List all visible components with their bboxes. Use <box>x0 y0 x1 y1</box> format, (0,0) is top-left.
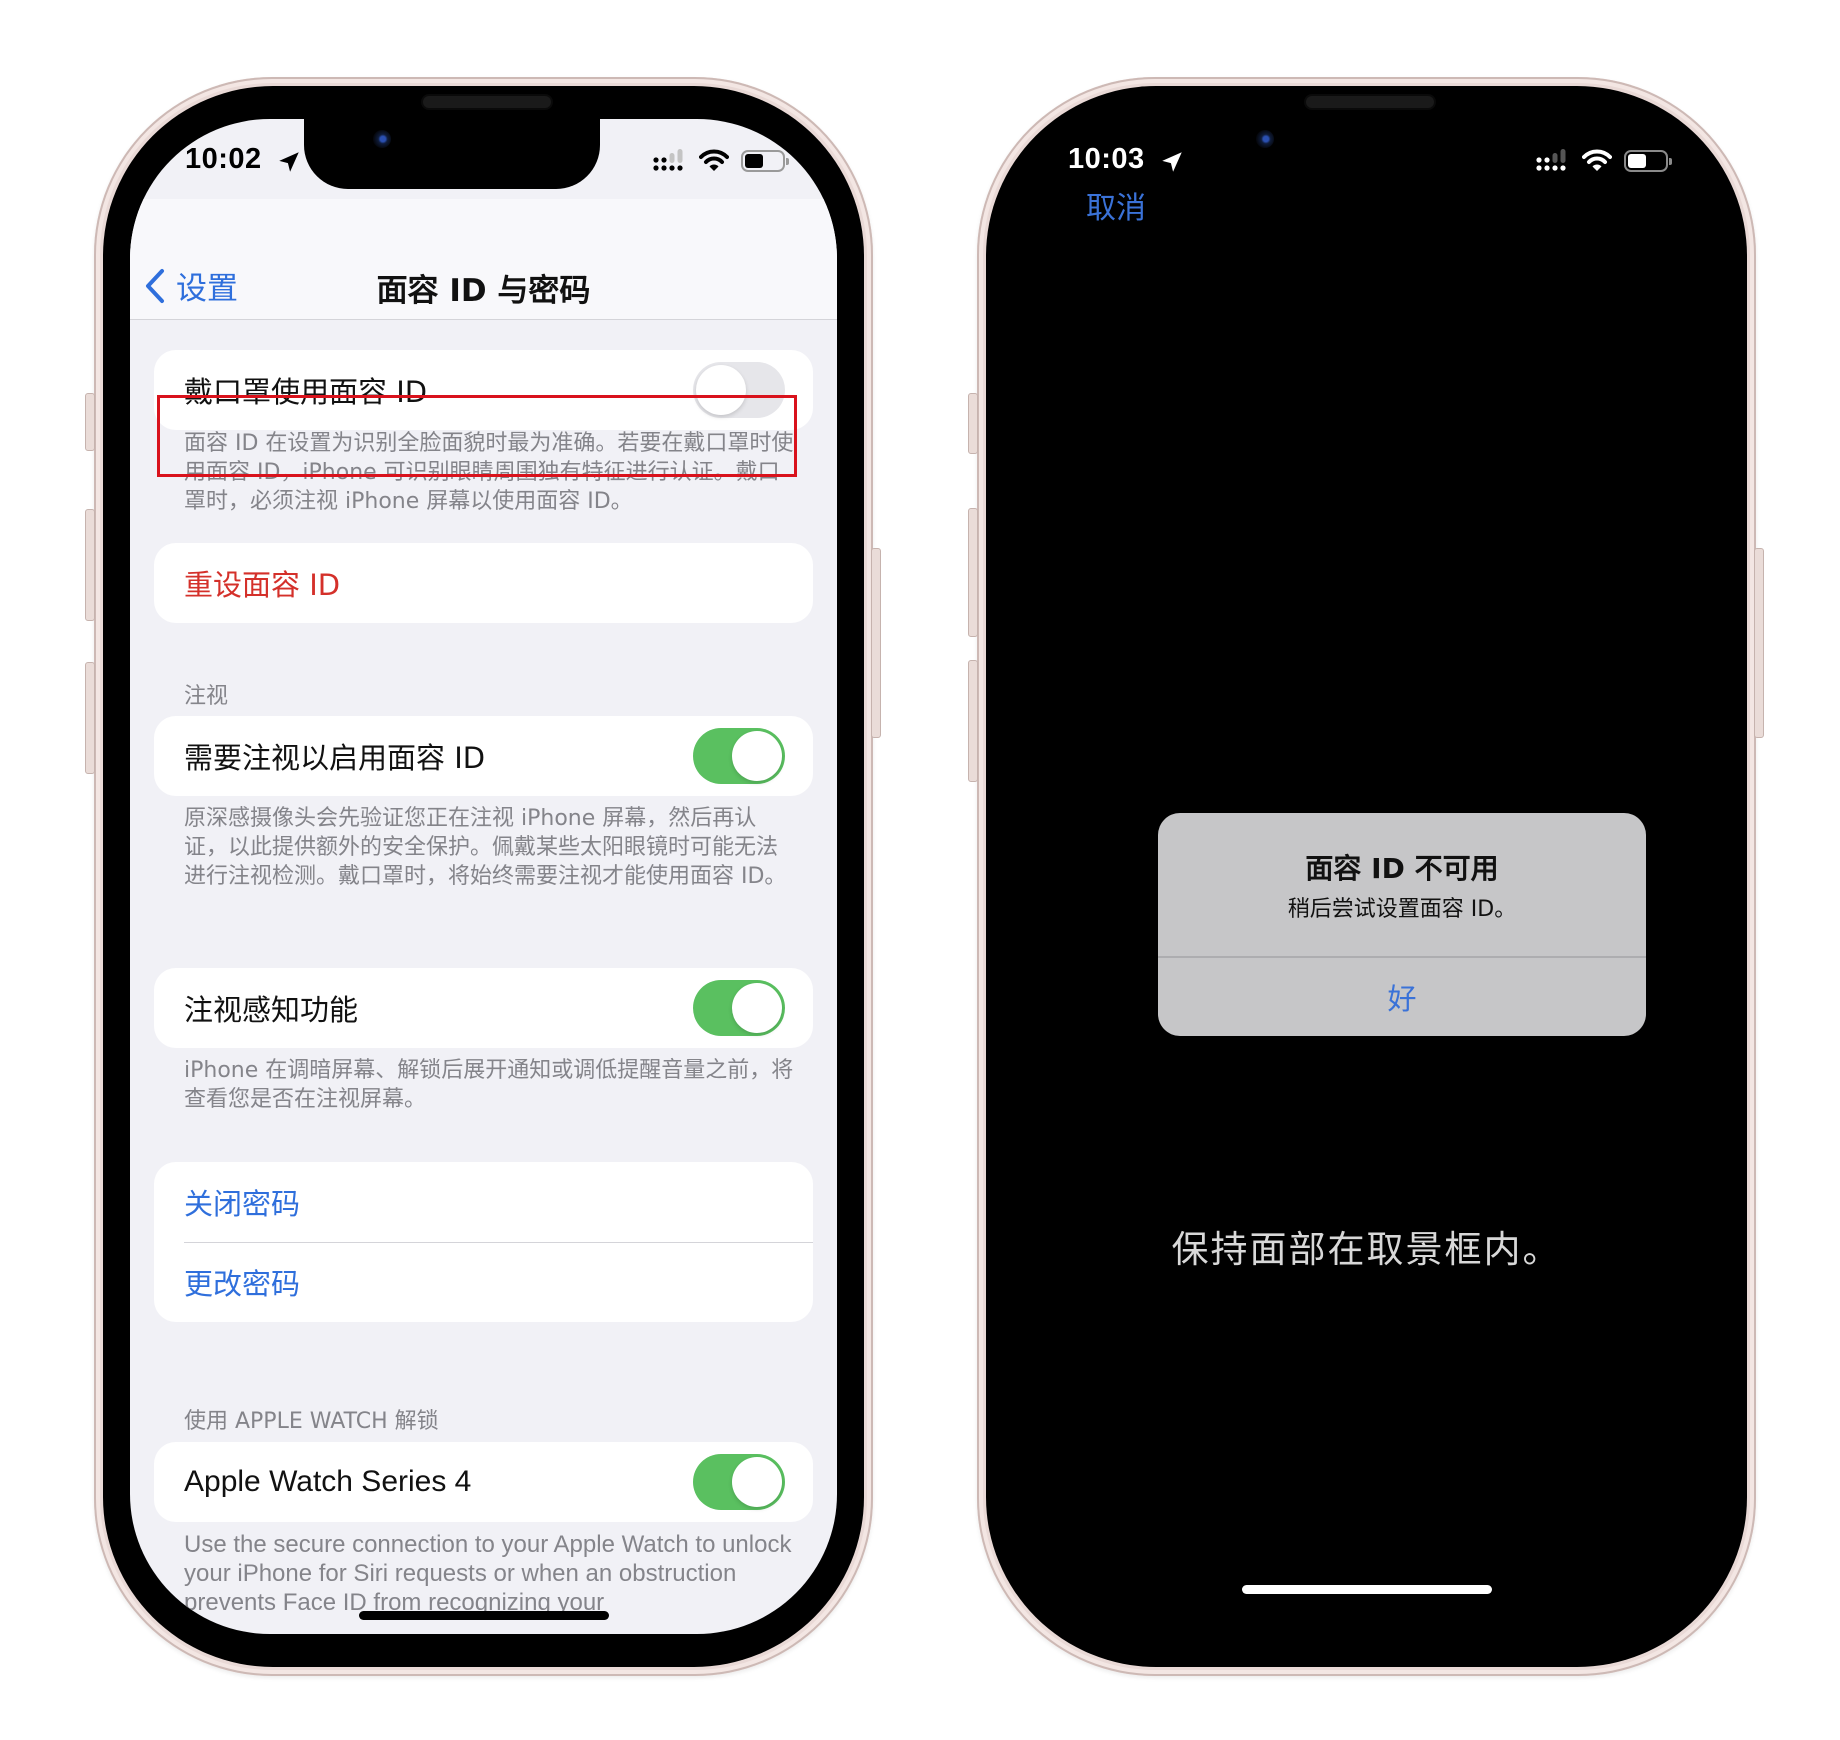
power-button <box>871 548 881 738</box>
attention-aware-row: 注视感知功能 <box>154 968 813 1048</box>
mask-footnote: 面容 ID 在设置为识别全脸面貌时最为准确。若要在戴口罩时使用面容 ID，iPh… <box>184 431 794 514</box>
require-attention-footnote: 原深感摄像头会先验证您正在注视 iPhone 屏幕，然后再认证，以此提供额外的安… <box>184 806 787 889</box>
screen: 10:03 取消 面容 ID 不可用 稍后尝试设置面容 ID。 好 保持面部在取… <box>1013 119 1720 1634</box>
alert-title: 面容 ID 不可用 <box>1305 852 1499 885</box>
volume-up-button <box>968 508 978 637</box>
screen: 10:02 设置 面容 ID 与密码 戴口罩使用面容 ID 面容 ID 在设置为… <box>130 119 837 1634</box>
phone-settings: 10:02 设置 面容 ID 与密码 戴口罩使用面容 ID 面容 ID 在设置为… <box>85 77 881 1676</box>
location-arrow-icon <box>1162 152 1182 172</box>
mask-group: 戴口罩使用面容 ID <box>154 350 813 430</box>
passcode-group: 关闭密码 更改密码 <box>154 1162 813 1322</box>
speaker-grille <box>423 96 551 108</box>
apple-watch-row: Apple Watch Series 4 <box>154 1442 813 1522</box>
change-passcode-label: 更改密码 <box>184 1267 301 1301</box>
apple-watch-toggle[interactable] <box>693 1454 785 1510</box>
face-id-with-mask-label: 戴口罩使用面容 ID <box>184 375 428 409</box>
status-time: 10:03 <box>1068 143 1145 175</box>
bezel: 10:03 取消 面容 ID 不可用 稍后尝试设置面容 ID。 好 保持面部在取… <box>986 86 1747 1667</box>
apple-watch-group: Apple Watch Series 4 <box>154 1442 813 1522</box>
face-id-with-mask-toggle[interactable] <box>693 362 785 418</box>
apple-watch-footnote: Use the secure connection to your Apple … <box>184 1531 792 1616</box>
home-indicator[interactable] <box>358 1611 609 1620</box>
battery-fill <box>745 154 763 168</box>
face-id-unavailable-alert: 面容 ID 不可用 稍后尝试设置面容 ID。 好 <box>1158 813 1646 1036</box>
battery-fill <box>1628 154 1646 168</box>
apple-watch-section-header: 使用 APPLE WATCH 解锁 <box>184 1409 439 1434</box>
turn-passcode-off-button[interactable]: 关闭密码 <box>154 1162 813 1242</box>
cancel-button[interactable]: 取消 <box>1086 183 1146 227</box>
attention-aware-group: 注视感知功能 <box>154 968 813 1048</box>
settings-list: 戴口罩使用面容 ID 面容 ID 在设置为识别全脸面貌时最为准确。若要在戴口罩时… <box>130 320 837 1634</box>
front-camera <box>373 130 391 148</box>
reset-face-id-label: 重设面容 ID <box>184 568 341 602</box>
wifi-icon <box>1582 149 1612 171</box>
wifi-icon <box>699 149 729 171</box>
attention-aware-label: 注视感知功能 <box>184 993 359 1027</box>
status-time: 10:02 <box>185 143 262 175</box>
attention-group: 需要注视以启用面容 ID <box>154 716 813 796</box>
battery-icon <box>741 150 789 172</box>
alert-message: 稍后尝试设置面容 ID。 <box>1287 897 1517 922</box>
battery-icon <box>1624 150 1672 172</box>
face-framing-hint: 保持面部在取景框内。 <box>1171 1228 1562 1271</box>
attention-section-header: 注视 <box>184 684 229 709</box>
require-attention-row: 需要注视以启用面容 ID <box>154 716 813 796</box>
page-title: 面容 ID 与密码 <box>376 273 591 309</box>
bezel: 10:02 设置 面容 ID 与密码 戴口罩使用面容 ID 面容 ID 在设置为… <box>103 86 864 1667</box>
notch <box>304 119 600 189</box>
power-button <box>1754 548 1764 738</box>
cellular-signal-icon <box>1536 149 1566 171</box>
volume-down-button <box>85 662 95 774</box>
turn-passcode-off-label: 关闭密码 <box>184 1187 301 1221</box>
attention-aware-toggle[interactable] <box>693 980 785 1036</box>
attention-aware-footnote: iPhone 在调暗屏幕、解锁后展开通知或调低提醒音量之前，将查看您是否在注视屏… <box>184 1058 794 1112</box>
apple-watch-label: Apple Watch Series 4 <box>184 1465 472 1498</box>
face-id-with-mask-row: 戴口罩使用面容 ID <box>154 350 813 430</box>
require-attention-toggle[interactable] <box>693 728 785 784</box>
reset-group: 重设面容 ID <box>154 543 813 623</box>
alert-ok-button[interactable]: 好 <box>1158 958 1646 1036</box>
require-attention-label: 需要注视以启用面容 ID <box>184 741 486 775</box>
mute-switch <box>968 393 978 454</box>
mute-switch <box>85 393 95 451</box>
location-arrow-icon <box>279 152 299 172</box>
cellular-signal-icon <box>653 149 683 171</box>
change-passcode-button[interactable]: 更改密码 <box>154 1242 813 1322</box>
volume-up-button <box>85 509 95 621</box>
home-indicator[interactable] <box>1241 1585 1492 1594</box>
reset-face-id-button[interactable]: 重设面容 ID <box>154 543 813 623</box>
front-camera <box>1256 130 1274 148</box>
speaker-grille <box>1306 96 1434 108</box>
navigation-bar: 设置 面容 ID 与密码 <box>130 199 837 320</box>
phone-face-id-setup: 10:03 取消 面容 ID 不可用 稍后尝试设置面容 ID。 好 保持面部在取… <box>968 77 1764 1676</box>
volume-down-button <box>968 660 978 782</box>
